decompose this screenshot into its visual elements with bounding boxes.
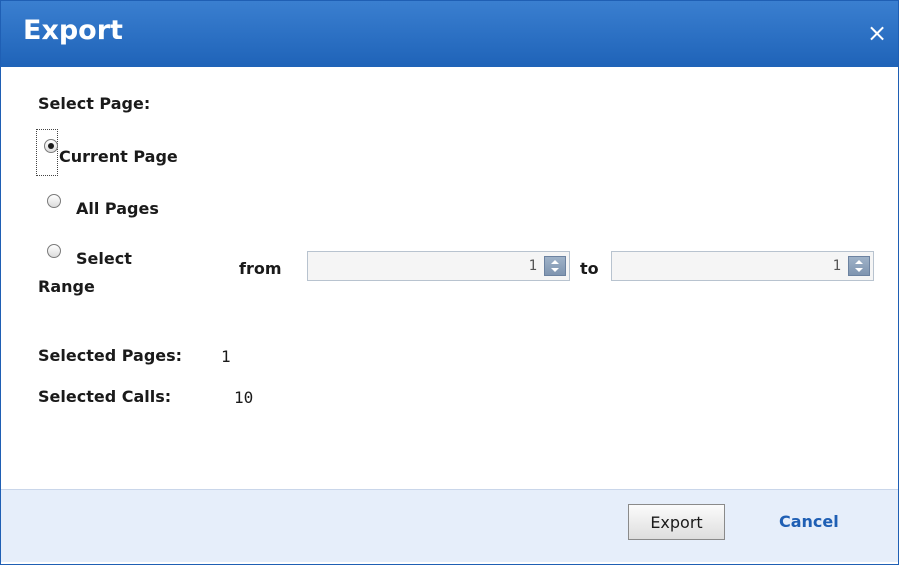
spinner-down-icon[interactable] — [551, 268, 559, 272]
radio-label-current-page[interactable]: Current Page — [59, 147, 178, 166]
close-icon[interactable]: × — [863, 19, 891, 47]
range-to-spinner[interactable]: 1 — [611, 251, 874, 281]
cancel-link[interactable]: Cancel — [779, 512, 839, 531]
radio-all-pages[interactable] — [47, 194, 61, 208]
spinner-down-icon[interactable] — [855, 268, 863, 272]
dialog-titlebar: Export × — [1, 1, 898, 67]
radio-label-select-range-line1[interactable]: Select — [76, 249, 132, 268]
range-from-spinner[interactable]: 1 — [307, 251, 570, 281]
export-button[interactable]: Export — [628, 504, 725, 540]
selected-calls-value: 10 — [234, 388, 254, 407]
export-dialog: Export × Select Page: Current Page All P… — [0, 0, 899, 565]
range-from-value[interactable]: 1 — [529, 258, 537, 274]
radio-selected-dot — [48, 143, 54, 149]
range-to-label: to — [580, 259, 599, 278]
radio-label-all-pages[interactable]: All Pages — [76, 199, 159, 218]
radio-current-page[interactable] — [44, 139, 58, 153]
select-page-heading: Select Page: — [38, 94, 151, 113]
radio-label-select-range-line2[interactable]: Range — [38, 277, 95, 296]
spinner-arrows-icon[interactable] — [544, 256, 566, 276]
range-to-value[interactable]: 1 — [833, 258, 841, 274]
range-from-label: from — [239, 259, 282, 278]
radio-select-range[interactable] — [47, 244, 61, 258]
dialog-title: Export — [23, 15, 123, 46]
selected-pages-label: Selected Pages: — [38, 346, 183, 365]
focus-indicator — [36, 129, 58, 176]
selected-calls-label: Selected Calls: — [38, 387, 172, 406]
spinner-up-icon[interactable] — [551, 260, 559, 264]
spinner-arrows-icon[interactable] — [848, 256, 870, 276]
dialog-footer — [1, 489, 898, 562]
selected-pages-value: 1 — [221, 347, 231, 366]
spinner-up-icon[interactable] — [855, 260, 863, 264]
